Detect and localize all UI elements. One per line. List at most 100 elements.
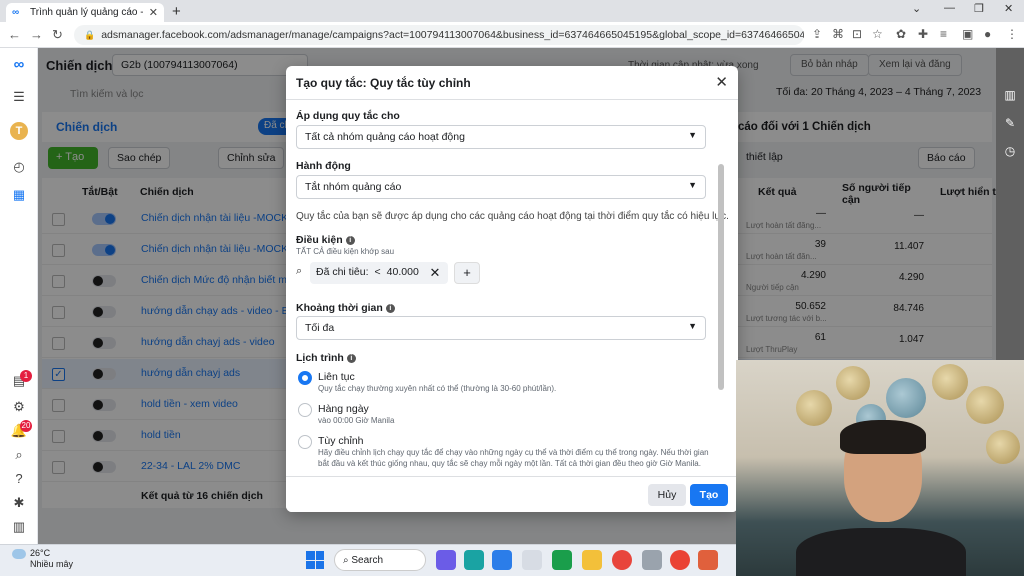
- teams-icon[interactable]: [436, 550, 456, 570]
- windows-start-icon[interactable]: [306, 551, 324, 569]
- share-icon[interactable]: ⇪: [812, 27, 822, 41]
- schedule-custom-desc-2: bắt đầu và kết thúc giống nhau, quy tắc …: [318, 459, 701, 468]
- media-icon[interactable]: ≡: [940, 27, 947, 41]
- time-range-select[interactable]: Tối đa ▼: [296, 316, 706, 340]
- reload-icon[interactable]: ↻: [52, 27, 63, 43]
- lock-icon: 🔒: [84, 29, 96, 40]
- taskbar-search[interactable]: ⌕ Search: [334, 549, 426, 571]
- search-icon[interactable]: ⌕: [10, 446, 28, 464]
- schedule-continuous-radio[interactable]: [298, 371, 312, 385]
- remove-condition-icon[interactable]: ✕: [422, 262, 448, 284]
- profile-ext-icon[interactable]: ✿: [896, 27, 906, 41]
- schedule-daily-radio[interactable]: [298, 403, 312, 417]
- weather-widget[interactable]: 26°C Nhiều mây: [12, 548, 73, 570]
- schedule-continuous-label: Liên tục: [318, 371, 355, 383]
- star-icon[interactable]: ☆: [872, 27, 883, 41]
- info-icon[interactable]: i: [346, 354, 356, 363]
- chrome-icon[interactable]: [612, 550, 632, 570]
- conditions-sub: TẤT CẢ điều kiện khớp sau: [296, 247, 395, 256]
- taskbar-search-label: Search: [351, 555, 384, 566]
- weather-desc: Nhiều mây: [30, 559, 74, 569]
- table-icon[interactable]: ▦: [10, 186, 28, 204]
- chrome-active-icon[interactable]: [670, 550, 690, 570]
- app-icon[interactable]: [642, 550, 662, 570]
- maximize-icon[interactable]: ❐: [974, 2, 984, 15]
- schedule-daily-desc: vào 00:00 Giờ Manila: [318, 416, 395, 425]
- translate-icon[interactable]: ⌘: [832, 27, 844, 41]
- apply-to-label: Áp dụng quy tắc cho: [296, 110, 400, 122]
- schedule-custom-radio[interactable]: [298, 435, 312, 449]
- meta-logo-icon[interactable]: ∞: [10, 56, 28, 74]
- presenter-body: [796, 528, 966, 576]
- schedule-custom-label: Tùy chỉnh: [318, 435, 364, 447]
- menu-dots-icon[interactable]: ⋮: [1006, 27, 1018, 41]
- wall-decor-leaf: [966, 386, 1004, 424]
- browser-tab-strip: ∞ Trình quản lý quảng cáo - Quản ✕ + ⌄ —…: [0, 0, 1024, 22]
- schedule-custom-desc: Hãy điều chỉnh lịch chạy quy tắc để chạy…: [318, 448, 709, 457]
- tab-close-icon[interactable]: ✕: [149, 6, 158, 19]
- puzzle-icon[interactable]: ✚: [918, 27, 928, 41]
- dashboard-icon[interactable]: ◴: [10, 158, 28, 176]
- history-icon[interactable]: ◷: [1001, 142, 1019, 160]
- edge-icon[interactable]: [464, 550, 484, 570]
- wall-decor-leaf: [932, 364, 968, 400]
- profile-avatar-icon[interactable]: ●: [984, 27, 991, 41]
- app-icon[interactable]: [492, 550, 512, 570]
- time-range-label: Khoảng thời gian i: [296, 302, 395, 314]
- cloud-icon: [12, 548, 26, 559]
- info-icon[interactable]: i: [385, 304, 395, 313]
- minimize-icon[interactable]: —: [944, 2, 955, 14]
- hamburger-icon[interactable]: ☰: [10, 88, 28, 106]
- create-rule-modal: Tạo quy tắc: Quy tắc tùy chỉnh ✕ Áp dụng…: [286, 66, 738, 512]
- extension-icon[interactable]: ⊡: [852, 27, 862, 41]
- info-icon[interactable]: i: [345, 236, 355, 245]
- modal-header: Tạo quy tắc: Quy tắc tùy chỉnh ✕: [286, 66, 738, 100]
- condition-metric: Đã chi tiêu:: [316, 266, 369, 278]
- modal-title: Tạo quy tắc: Quy tắc tùy chỉnh: [296, 76, 471, 90]
- new-tab-button[interactable]: +: [172, 3, 181, 20]
- modal-scrollbar[interactable]: [718, 164, 724, 390]
- file-explorer-icon[interactable]: [582, 550, 602, 570]
- account-avatar[interactable]: T: [10, 122, 28, 140]
- settings-gear-icon[interactable]: ⚙: [10, 398, 28, 416]
- sidepanel-icon[interactable]: ▣: [962, 27, 973, 41]
- tab-title: Trình quản lý quảng cáo - Quản: [30, 7, 143, 18]
- help-icon[interactable]: ?: [10, 470, 28, 488]
- caret-down-icon: ▼: [688, 321, 697, 331]
- address-bar[interactable]: 🔒 adsmanager.facebook.com/adsmanager/man…: [74, 25, 804, 45]
- url-text: adsmanager.facebook.com/adsmanager/manag…: [101, 29, 804, 41]
- conditions-label: Điều kiện i: [296, 234, 355, 246]
- close-icon[interactable]: ✕: [715, 73, 728, 91]
- back-icon[interactable]: ←: [8, 27, 21, 42]
- wall-decor-leaf: [836, 366, 870, 400]
- caret-down-icon: ▼: [688, 180, 697, 190]
- bell-count-badge: 20: [20, 420, 32, 432]
- action-select[interactable]: Tắt nhóm quảng cáo ▼: [296, 175, 706, 199]
- browser-tab[interactable]: ∞ Trình quản lý quảng cáo - Quản ✕: [6, 3, 164, 22]
- schedule-continuous-desc: Quy tắc chạy thường xuyên nhất có thể (t…: [318, 384, 557, 393]
- window-close-icon[interactable]: ✕: [1004, 2, 1013, 15]
- camtasia-icon[interactable]: [552, 550, 572, 570]
- wall-decor-leaf: [796, 390, 832, 426]
- notification-count-badge: 1: [20, 370, 32, 382]
- snipping-icon[interactable]: [522, 550, 542, 570]
- chevron-down-icon[interactable]: ⌄: [912, 2, 921, 15]
- action-value: Tắt nhóm quảng cáo: [305, 181, 402, 193]
- report-icon[interactable]: ▥: [10, 518, 28, 536]
- caret-down-icon: ▼: [688, 130, 697, 140]
- recorder-icon[interactable]: [698, 550, 718, 570]
- webcam-overlay: [736, 360, 1024, 576]
- apply-to-select[interactable]: Tất cả nhóm quảng cáo hoạt động ▼: [296, 125, 706, 149]
- meta-favicon-icon: ∞: [12, 6, 20, 18]
- schedule-label: Lịch trình i: [296, 352, 356, 364]
- cancel-button[interactable]: Hủy: [648, 484, 686, 506]
- wall-decor-leaf: [986, 430, 1020, 464]
- chart-icon[interactable]: ▥: [1001, 86, 1019, 104]
- bug-icon[interactable]: ✱: [10, 494, 28, 512]
- temperature: 26°C: [30, 548, 51, 558]
- pencil-icon[interactable]: ✎: [1001, 114, 1019, 132]
- forward-icon[interactable]: →: [30, 27, 43, 42]
- create-rule-button[interactable]: Tạo: [690, 484, 728, 506]
- add-condition-button[interactable]: +: [454, 262, 480, 284]
- condition-chip[interactable]: Đã chi tiêu: < 40.000 đ: [310, 262, 434, 284]
